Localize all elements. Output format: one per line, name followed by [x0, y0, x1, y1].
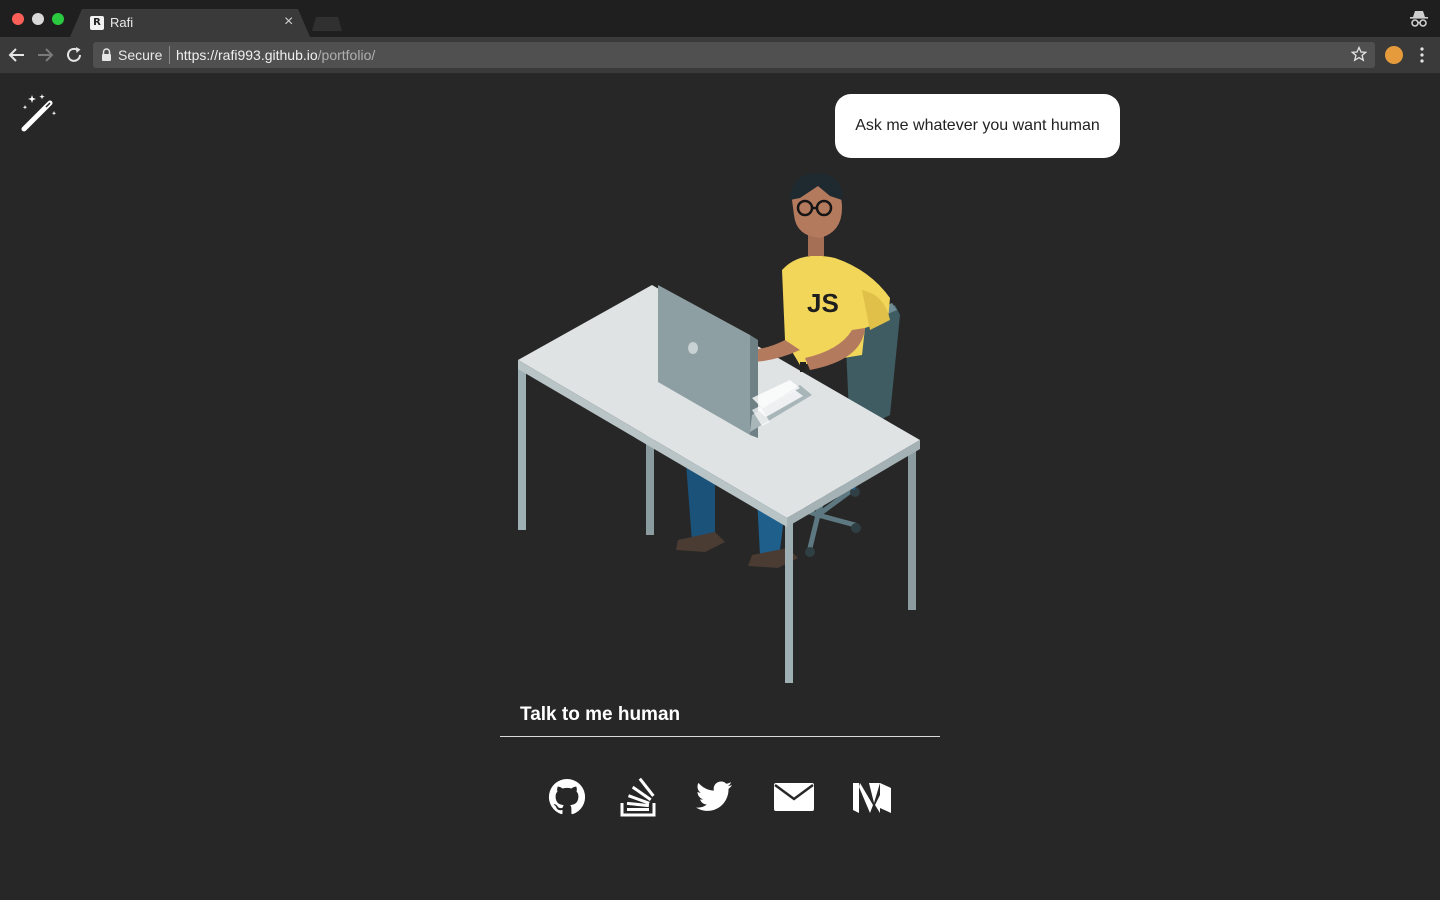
tab-title: Rafi: [110, 15, 134, 30]
new-tab-button[interactable]: [312, 17, 342, 31]
stackoverflow-icon[interactable]: [618, 775, 662, 819]
shirt-text: JS: [807, 288, 839, 318]
maximize-window-button[interactable]: [52, 13, 64, 25]
favicon-icon: R: [90, 16, 104, 30]
browser-titlebar: R Rafi ×: [0, 0, 1440, 37]
back-arrow-icon[interactable]: [6, 44, 28, 66]
lock-icon: [102, 48, 111, 61]
medium-icon[interactable]: [850, 775, 894, 819]
minimize-window-button[interactable]: [32, 13, 44, 25]
reload-icon[interactable]: [63, 44, 85, 66]
tab-close-icon[interactable]: ×: [284, 12, 293, 32]
github-icon[interactable]: [545, 775, 589, 819]
mail-icon[interactable]: [772, 775, 816, 819]
social-links: [540, 775, 900, 819]
chat-input[interactable]: [500, 695, 940, 735]
browser-menu-icon[interactable]: [1416, 46, 1428, 64]
chat-field: [500, 695, 940, 737]
magic-wand-icon[interactable]: [20, 93, 60, 133]
page-viewport: Ask me whatever you want human JS Talk t…: [0, 75, 1440, 900]
url-text[interactable]: https://rafi993.github.io/portfolio/: [176, 47, 375, 63]
incognito-icon: [1410, 11, 1428, 27]
forward-arrow-icon[interactable]: [34, 44, 56, 66]
person-head: [790, 173, 843, 256]
twitter-icon[interactable]: [692, 775, 736, 819]
developer-illustration: JS: [518, 173, 920, 683]
url-path: /portfolio/: [317, 47, 376, 63]
close-window-button[interactable]: [12, 13, 24, 25]
secure-label: Secure: [118, 47, 163, 63]
url-separator: [169, 46, 170, 64]
browser-tab-active[interactable]: R Rafi ×: [70, 9, 310, 37]
address-bar[interactable]: Secure https://rafi993.github.io/portfol…: [93, 42, 1375, 68]
extension-icon[interactable]: [1385, 46, 1403, 64]
url-host: https://rafi993.github.io: [176, 47, 318, 63]
bookmark-star-icon[interactable]: [1351, 46, 1367, 62]
speech-bubble: Ask me whatever you want human: [835, 94, 1120, 158]
